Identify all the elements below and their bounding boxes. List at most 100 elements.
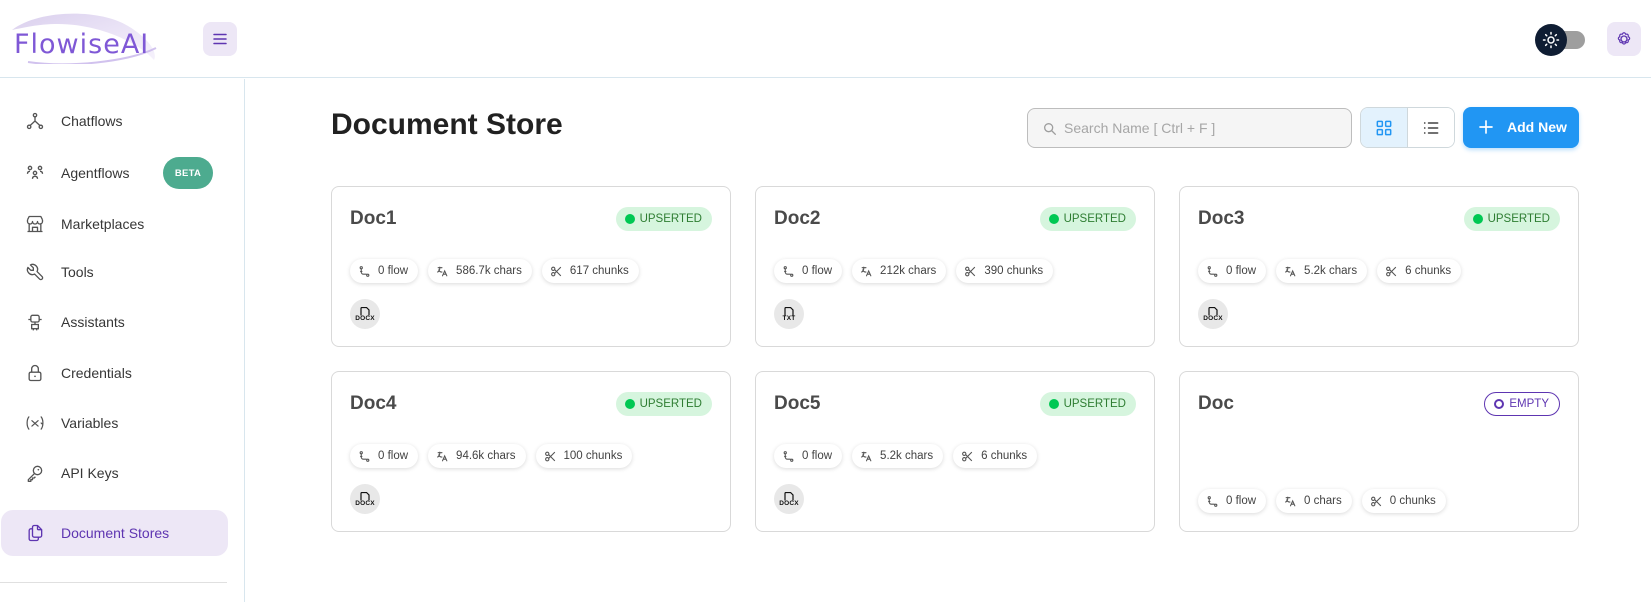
- robot-icon: [25, 312, 45, 332]
- chars-count: 586.7k chars: [456, 265, 522, 277]
- sidebar-item-marketplaces[interactable]: Marketplaces: [1, 201, 228, 247]
- sidebar-item-variables[interactable]: Variables: [1, 400, 228, 446]
- view-toggle-group: [1360, 107, 1455, 148]
- language-icon: [437, 266, 448, 276]
- search-icon: [1044, 123, 1056, 135]
- status-badge: EMPTY: [1484, 392, 1560, 416]
- flow-count: 0 flow: [802, 450, 833, 462]
- flow-count: 0 flow: [1226, 495, 1257, 507]
- sidebar-item-credentials[interactable]: Credentials: [1, 350, 228, 396]
- card-stats: 0 flow 586.7k chars 617 chunks: [350, 259, 639, 283]
- file-type-icon: DOCX: [1198, 299, 1228, 329]
- chunks-count: 0 chunks: [1389, 495, 1436, 507]
- key-icon: [25, 463, 45, 483]
- chars-count: 5.2k chars: [1304, 265, 1358, 277]
- settings-button[interactable]: [1607, 22, 1641, 56]
- document-store-card[interactable]: Doc4 UPSERTED 0 flow 94.6k chars 100 chu…: [331, 371, 731, 532]
- menu-icon: [213, 33, 227, 45]
- sidebar-item-document-stores[interactable]: Document Stores: [1, 510, 228, 556]
- sidebar-item-label: API Keys: [61, 465, 119, 481]
- card-stats: 0 flow 212k chars 390 chunks: [774, 259, 1054, 283]
- card-title: Doc3: [1198, 208, 1245, 229]
- tool-icon: [25, 262, 45, 282]
- variable-icon: [25, 413, 45, 433]
- sidebar-item-label: Chatflows: [61, 113, 123, 129]
- list-view-button[interactable]: [1407, 108, 1454, 147]
- chunks-count-chip: 6 chunks: [953, 444, 1038, 468]
- sidebar-item-label: Assistants: [61, 314, 125, 330]
- card-title: Doc2: [774, 208, 821, 229]
- chars-count-chip: 94.6k chars: [428, 444, 526, 468]
- language-icon: [437, 451, 448, 461]
- menu-toggle-button[interactable]: [203, 22, 237, 56]
- sidebar-item-tools[interactable]: Tools: [1, 249, 228, 295]
- scissors-icon: [1370, 496, 1381, 506]
- file-extension: DOCX: [355, 499, 375, 507]
- sidebar-item-label: Document Stores: [61, 525, 170, 541]
- sidebar-item-api-keys[interactable]: API Keys: [1, 450, 228, 496]
- sidebar-item-label: Agentflows: [61, 165, 130, 181]
- flow-count-chip: 0 flow: [350, 444, 419, 468]
- chars-count-chip: 5.2k chars: [1276, 259, 1368, 283]
- flow-count-chip: 0 flow: [1198, 259, 1267, 283]
- chunks-count-chip: 390 chunks: [956, 259, 1054, 283]
- document-store-card[interactable]: Doc5 UPSERTED 0 flow 5.2k chars 6 chunks…: [755, 371, 1155, 532]
- route-icon: [783, 265, 794, 277]
- sidebar-item-label: Tools: [61, 264, 94, 280]
- chunks-count: 6 chunks: [981, 450, 1028, 462]
- document-store-card[interactable]: Doc1 UPSERTED 0 flow 586.7k chars 617 ch…: [331, 186, 731, 347]
- chars-count-chip: 586.7k chars: [428, 259, 532, 283]
- chars-count-chip: 212k chars: [852, 259, 947, 283]
- card-stats: 0 flow 5.2k chars 6 chunks: [774, 444, 1038, 468]
- document-store-card[interactable]: Doc2 UPSERTED 0 flow 212k chars 390 chun…: [755, 186, 1155, 347]
- file-type-icon: DOCX: [774, 484, 804, 514]
- sidebar-item-chatflows[interactable]: Chatflows: [1, 98, 228, 144]
- route-icon: [1207, 265, 1218, 277]
- status-badge: UPSERTED: [615, 207, 712, 231]
- sidebar-item-label: Credentials: [61, 365, 132, 381]
- status-badge: UPSERTED: [1039, 207, 1136, 231]
- flow-count: 0 flow: [378, 450, 409, 462]
- scissors-icon: [550, 266, 562, 276]
- language-icon: [1285, 496, 1296, 506]
- flow-count: 0 flow: [378, 265, 409, 277]
- route-icon: [359, 450, 370, 462]
- building-store-icon: [25, 214, 45, 234]
- dark-mode-toggle[interactable]: [1535, 24, 1585, 56]
- sun-icon: [1542, 31, 1560, 49]
- grid-view-button[interactable]: [1361, 108, 1408, 147]
- sidebar-item-agentflows[interactable]: Agentflows BETA: [1, 150, 228, 196]
- status-badge: UPSERTED: [1039, 392, 1136, 416]
- users-group-icon: [25, 163, 45, 183]
- toggle-knob: [1535, 24, 1567, 56]
- chunks-count-chip: 617 chunks: [541, 259, 639, 283]
- flowise-logo[interactable]: FlowiseAI: [8, 12, 160, 64]
- language-icon: [1285, 266, 1296, 276]
- sidebar-item-label: Marketplaces: [61, 216, 145, 232]
- sidebar-item-assistants[interactable]: Assistants: [1, 299, 228, 345]
- scissors-icon: [962, 451, 973, 461]
- app-header: FlowiseAI: [0, 0, 1651, 78]
- chars-count-chip: 5.2k chars: [852, 444, 944, 468]
- sidebar: Chatflows Agentflows BETA Marketplaces T…: [0, 79, 245, 602]
- chunks-count-chip: 100 chunks: [535, 444, 633, 468]
- file-extension: DOCX: [355, 314, 375, 322]
- file-extension: DOCX: [779, 499, 799, 507]
- beta-badge: BETA: [163, 157, 213, 189]
- card-stats: 0 flow 0 chars 0 chunks: [1198, 489, 1446, 513]
- card-title: Doc5: [774, 393, 821, 414]
- document-store-card[interactable]: Doc EMPTY 0 flow 0 chars 0 chunks: [1179, 371, 1579, 532]
- search-input[interactable]: [1064, 109, 1344, 147]
- scissors-icon: [965, 266, 976, 276]
- chars-count: 0 chars: [1304, 495, 1342, 507]
- chunks-count: 6 chunks: [1405, 265, 1452, 277]
- document-store-card[interactable]: Doc3 UPSERTED 0 flow 5.2k chars 6 chunks…: [1179, 186, 1579, 347]
- card-stats: 0 flow 5.2k chars 6 chunks: [1198, 259, 1462, 283]
- hierarchy-icon: [25, 111, 45, 131]
- status-badge: UPSERTED: [615, 392, 712, 416]
- scissors-icon: [544, 451, 555, 461]
- scissors-icon: [1386, 266, 1397, 276]
- file-type-icon: TXT: [774, 299, 804, 329]
- add-new-button[interactable]: Add New: [1463, 107, 1579, 148]
- sidebar-item-label: Variables: [61, 415, 119, 431]
